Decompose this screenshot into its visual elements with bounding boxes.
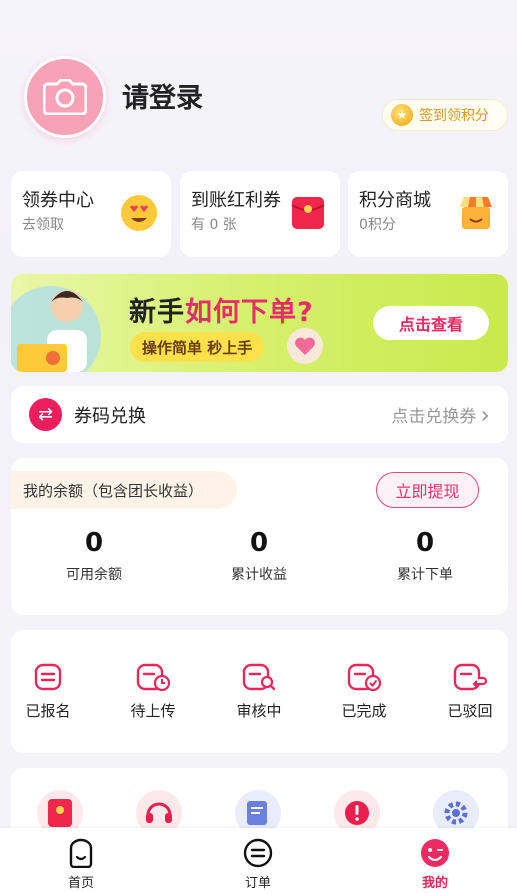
stat-value: 0 — [84, 528, 104, 558]
signin-label: 签到领积分 — [419, 108, 489, 124]
exchange-arrows-icon: ⇄ — [29, 398, 62, 431]
coin-icon: ★ — [391, 104, 413, 126]
avatar[interactable] — [24, 56, 106, 138]
stat-value: 0 — [249, 528, 269, 558]
banner-subtitle: 操作简单 秒上手 — [130, 332, 265, 362]
banner-title-accent: 如何下单? — [185, 297, 314, 328]
home-face-icon — [69, 838, 93, 868]
stat-label: 累计下单 — [397, 567, 453, 583]
heart-eyes-emoji-icon — [121, 195, 157, 231]
stat-label: 累计收益 — [231, 567, 287, 583]
tab-label: 我的 — [421, 876, 448, 891]
profile-smile-icon — [421, 839, 449, 867]
order-registered[interactable]: 已报名 — [8, 662, 88, 721]
doc-search-icon — [242, 663, 276, 691]
chevron-right-icon: › — [480, 400, 490, 429]
tab-home[interactable]: 首页 — [41, 838, 121, 891]
doc-icon — [34, 663, 62, 691]
doc-return-icon — [453, 663, 488, 691]
stat-available-balance[interactable]: 0 可用余额 — [19, 528, 169, 584]
bonus-coupon-card[interactable]: 到账红利券 有 0 张 — [180, 171, 340, 257]
banner-view-button[interactable]: 点击查看 — [373, 306, 489, 340]
heart-bubble-icon — [287, 328, 323, 364]
balance-tag: 我的余额（包含团长收益） — [11, 471, 237, 509]
banner-title-dark: 新手 — [129, 297, 185, 328]
coupon-center-card[interactable]: 领券中心 去领取 — [11, 171, 171, 257]
boy-reading-illustration — [11, 286, 101, 372]
stat-value: 0 — [415, 528, 435, 558]
stat-total-orders[interactable]: 0 累计下单 — [350, 528, 500, 584]
order-status-panel: 已报名 待上传 审核中 已完成 已驳回 — [11, 630, 508, 753]
camera-icon — [43, 79, 87, 115]
signin-button[interactable]: ★ 签到领积分 — [382, 99, 508, 131]
tab-label: 订单 — [244, 876, 271, 891]
tab-bar: 首页 订单 我的 — [0, 828, 517, 893]
order-rejected[interactable]: 已驳回 — [430, 662, 510, 721]
withdraw-button[interactable]: 立即提现 — [376, 472, 479, 508]
stat-label: 可用余额 — [66, 567, 122, 583]
exchange-label: 券码兑换 — [74, 405, 146, 427]
exchange-action[interactable]: 点击兑换券 › — [391, 401, 490, 429]
order-label: 审核中 — [236, 702, 282, 720]
banner-title: 新手如何下单? — [129, 290, 314, 329]
balance-panel: 我的余额（包含团长收益） 立即提现 0 可用余额 0 累计收益 0 累计下单 — [11, 458, 508, 615]
order-label: 已驳回 — [447, 702, 493, 720]
red-envelope-icon — [291, 197, 325, 229]
order-list-icon — [243, 838, 273, 868]
order-under-review[interactable]: 审核中 — [219, 662, 299, 721]
tab-label: 首页 — [67, 876, 94, 891]
stat-total-earnings[interactable]: 0 累计收益 — [184, 528, 334, 584]
shop-icon — [460, 197, 492, 229]
order-pending-upload[interactable]: 待上传 — [113, 662, 193, 721]
newbie-guide-banner[interactable]: 新手如何下单? 操作简单 秒上手 点击查看 — [11, 274, 508, 372]
order-label: 已完成 — [341, 702, 387, 720]
order-label: 已报名 — [25, 702, 71, 720]
order-completed[interactable]: 已完成 — [324, 662, 404, 721]
exchange-action-label: 点击兑换券 — [391, 407, 477, 427]
doc-check-icon — [347, 663, 382, 692]
coupon-exchange-row[interactable]: ⇄ 券码兑换 点击兑换券 › — [11, 386, 508, 443]
order-label: 待上传 — [130, 702, 176, 720]
doc-clock-icon — [136, 663, 171, 692]
tab-orders[interactable]: 订单 — [218, 838, 298, 891]
tab-profile[interactable]: 我的 — [395, 838, 475, 891]
login-title[interactable]: 请登录 — [122, 76, 203, 115]
points-mall-card[interactable]: 积分商城 0积分 — [348, 171, 508, 257]
